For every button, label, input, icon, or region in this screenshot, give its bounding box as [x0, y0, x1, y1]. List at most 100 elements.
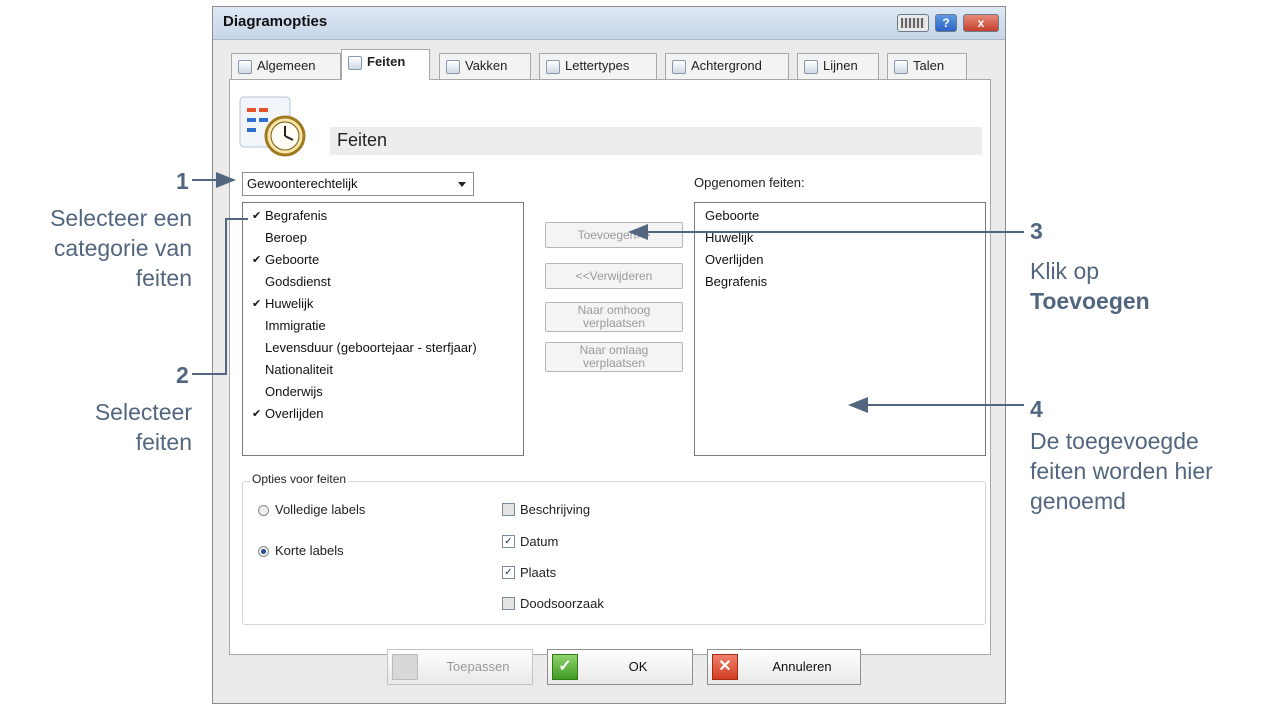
checkbox-plaats[interactable]: ✓ Plaats [502, 565, 556, 580]
included-item[interactable]: Begrafenis [695, 271, 985, 293]
fact-item[interactable]: Onderwijs [243, 381, 523, 403]
annotation-1-text: Selecteer een categorie van feiten [0, 203, 192, 293]
chevron-down-icon [458, 182, 466, 187]
annotation-3-line: Klik op [1030, 258, 1100, 284]
checkmark-icon: ✓ [552, 654, 578, 680]
annotation-4-line: genoemd [1030, 488, 1126, 514]
move-up-label-2: verplaatsen [582, 316, 646, 330]
fact-item-label: Godsdienst [265, 274, 331, 289]
check-icon: ✔ [252, 210, 262, 222]
annotation-1-line: Selecteer een [50, 205, 192, 231]
apply-icon [392, 654, 418, 680]
checkbox[interactable] [502, 597, 515, 611]
fact-item-label: Nationaliteit [265, 362, 333, 377]
tab-label: Feiten [367, 54, 406, 69]
tab-lijnen[interactable]: Lijnen [797, 53, 879, 79]
fact-item[interactable]: Godsdienst [243, 271, 523, 293]
tab-feiten[interactable]: Feiten [341, 49, 430, 80]
included-item[interactable]: Overlijden [695, 249, 985, 271]
checkbox[interactable]: ✓ [502, 535, 515, 549]
fact-item-label: Levensduur (geboortejaar - sterfjaar) [265, 340, 477, 355]
tab-vakken[interactable]: Vakken [439, 53, 531, 79]
tab-label: Algemeen [257, 58, 316, 73]
tab-lijnen-icon [804, 59, 818, 74]
header-bar [330, 127, 982, 155]
check-icon: ✔ [252, 298, 262, 310]
radio-button[interactable] [258, 546, 269, 558]
window-title: Diagramopties [223, 13, 328, 30]
help-button[interactable]: ? [935, 14, 957, 32]
available-facts-list[interactable]: ✔ Begrafenis Beroep ✔ Geboorte Godsdienst … [242, 202, 524, 456]
fact-item[interactable]: Nationaliteit [243, 359, 523, 381]
tab-lettertypes[interactable]: Lettertypes [539, 53, 657, 79]
annotation-3-text: Klik op Toevoegen [1030, 256, 1150, 316]
checkbox-doodsoorzaak[interactable]: Doodsoorzaak [502, 596, 604, 611]
apply-label: Toepassen [446, 659, 510, 674]
check-icon: ✔ [252, 408, 262, 420]
feiten-panel: Feiten Gewoonterechtelijk Opgenomen feit… [229, 79, 991, 655]
fact-item[interactable]: ✔ Begrafenis [243, 205, 523, 227]
fact-item-label: Begrafenis [265, 208, 328, 223]
fact-item[interactable]: ✔ Geboorte [243, 249, 523, 271]
page-title: Feiten [337, 130, 388, 150]
category-dropdown-value: Gewoonterechtelijk [247, 176, 358, 191]
options-group-label: Opties voor feiten [250, 472, 349, 486]
annotation-4-text: De toegevoegde feiten worden hier genoem… [1030, 426, 1213, 516]
radio-full-labels[interactable]: Volledige labels [258, 502, 365, 517]
fact-item[interactable]: Levensduur (geboortejaar - sterfjaar) [243, 337, 523, 359]
fact-item[interactable]: Beroep [243, 227, 523, 249]
annotation-1-line: feiten [135, 265, 192, 291]
category-dropdown[interactable]: Gewoonterechtelijk [242, 172, 474, 196]
included-facts-label: Opgenomen feiten: [694, 175, 805, 190]
tab-label: Achtergrond [691, 58, 762, 73]
ok-button[interactable]: ✓ OK [547, 649, 693, 685]
fact-item-label: Beroep [265, 230, 307, 245]
add-button[interactable]: Toevoegen>> [545, 222, 683, 248]
cancel-button[interactable]: ✕ Annuleren [707, 649, 861, 685]
checkbox[interactable]: ✓ [502, 566, 515, 580]
radio-label: Korte labels [275, 543, 344, 558]
included-item[interactable]: Geboorte [695, 205, 985, 227]
tab-talen-icon [894, 59, 908, 74]
included-facts-list[interactable]: Geboorte Huwelijk Overlijden Begrafenis [694, 202, 986, 456]
radio-short-labels[interactable]: Korte labels [258, 543, 344, 558]
fact-item[interactable]: Immigratie [243, 315, 523, 337]
annotation-4-line: feiten worden hier [1030, 458, 1213, 484]
annotation-3-number: 3 [1030, 218, 1043, 244]
checkbox-label: Beschrijving [520, 502, 591, 517]
checkbox[interactable] [502, 503, 515, 517]
annotation-4-number: 4 [1030, 396, 1043, 422]
annotation-2-number: 2 [176, 362, 189, 388]
keyboard-button[interactable] [897, 14, 929, 32]
remove-button[interactable]: <<Verwijderen [545, 263, 683, 289]
included-item[interactable]: Huwelijk [695, 227, 985, 249]
annotation-3-bold: Toevoegen [1030, 288, 1150, 314]
move-down-button[interactable]: Naar omlaag verplaatsen [545, 342, 683, 372]
check-icon: ✔ [252, 254, 262, 266]
apply-button[interactable]: Toepassen [387, 649, 533, 685]
tab-achtergrond[interactable]: Achtergrond [665, 53, 789, 79]
tab-talen[interactable]: Talen [887, 53, 967, 79]
annotation-1-number: 1 [176, 168, 189, 194]
tab-label: Lettertypes [565, 58, 630, 73]
ok-label: OK [628, 659, 648, 674]
fact-item[interactable]: ✔ Overlijden [243, 403, 523, 425]
tab-achtergrond-icon [672, 59, 686, 74]
close-button[interactable]: x [963, 14, 999, 32]
move-up-button[interactable]: Naar omhoog verplaatsen [545, 302, 683, 332]
fact-item-label: Immigratie [265, 318, 326, 333]
fact-item-label: Huwelijk [265, 296, 314, 311]
keyboard-icon [901, 18, 925, 28]
tab-label: Lijnen [823, 58, 858, 73]
checkbox-label: Datum [520, 534, 559, 549]
checkbox-datum[interactable]: ✓ Datum [502, 534, 558, 549]
tab-label: Vakken [465, 58, 508, 73]
fact-item[interactable]: ✔ Huwelijk [243, 293, 523, 315]
checkbox-label: Plaats [520, 565, 557, 580]
radio-button[interactable] [258, 505, 269, 517]
tab-algemeen[interactable]: Algemeen [231, 53, 341, 79]
fact-item-label: Onderwijs [265, 384, 323, 399]
dialog-window: Diagramopties ? x Algemeen Feiten Vakken… [212, 6, 1006, 704]
tab-algemeen-icon [238, 59, 252, 74]
checkbox-beschrijving[interactable]: Beschrijving [502, 502, 590, 517]
